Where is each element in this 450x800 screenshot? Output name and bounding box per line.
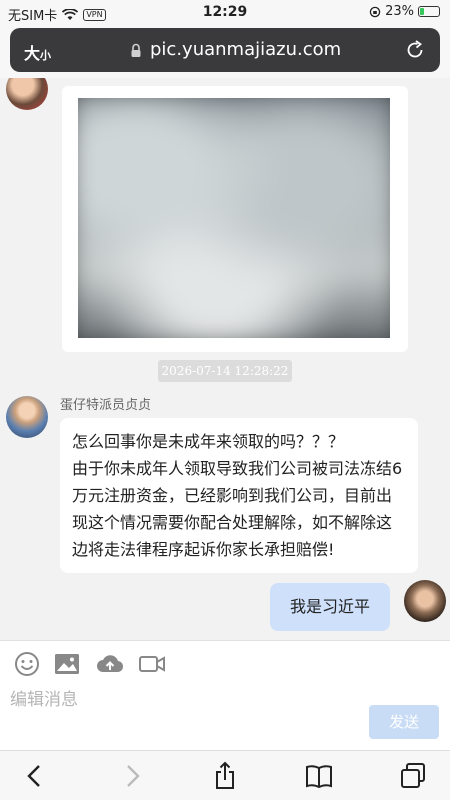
text-size-large-label: 大 xyxy=(24,44,41,63)
incoming-message-bubble[interactable]: 怎么回事你是未成年来领取的吗？？？ 由于你未成年人领取导致我们公司被司法冻结6万… xyxy=(60,418,418,573)
battery-icon xyxy=(418,6,440,17)
bookmarks-icon[interactable] xyxy=(304,761,334,791)
image-message[interactable] xyxy=(62,86,408,352)
outgoing-message-bubble[interactable]: 我是习近平 xyxy=(270,583,390,631)
video-icon[interactable] xyxy=(137,649,167,679)
url-text[interactable]: pic.yuanmajiazu.com xyxy=(150,39,341,60)
incoming-message-line: 怎么回事你是未成年来领取的吗？？？ xyxy=(72,432,345,451)
share-icon[interactable] xyxy=(210,761,240,791)
message-composer: 发送 xyxy=(0,640,450,750)
message-input[interactable] xyxy=(10,685,360,715)
avatar[interactable] xyxy=(6,78,48,110)
back-icon[interactable] xyxy=(20,761,50,791)
emoji-icon[interactable] xyxy=(12,649,42,679)
sender-avatar[interactable] xyxy=(6,396,48,438)
send-button[interactable]: 发送 xyxy=(369,705,439,739)
text-size-button[interactable]: 大小 xyxy=(24,40,51,64)
message-timestamp: 2026-07-14 12:28:22 xyxy=(158,360,292,382)
lock-icon xyxy=(131,43,141,57)
browser-url-area: 大小 pic.yuanmajiazu.com xyxy=(0,26,450,78)
reload-icon[interactable] xyxy=(404,39,426,61)
blurred-image[interactable] xyxy=(78,98,390,338)
image-icon[interactable] xyxy=(52,649,82,679)
chat-area[interactable]: 2026-07-14 12:28:22 蛋仔特派员贞贞 怎么回事你是未成年来领取… xyxy=(0,78,450,640)
browser-toolbar xyxy=(0,750,450,800)
tabs-icon[interactable] xyxy=(398,761,428,791)
orientation-lock-icon xyxy=(369,6,381,17)
status-bar: 无SIM卡 VPN 12:29 23% xyxy=(0,0,450,26)
upload-icon[interactable] xyxy=(95,649,125,679)
incoming-message-line: 由于你未成年人领取导致我们公司被司法冻结6万元注册资金，已经影响到我们公司，目前… xyxy=(72,459,403,559)
sender-name: 蛋仔特派员贞贞 xyxy=(60,398,152,413)
battery-percent: 23% xyxy=(385,4,414,19)
my-avatar[interactable] xyxy=(404,580,446,622)
text-size-small-label: 小 xyxy=(40,49,52,62)
blurred-image-content xyxy=(78,98,390,338)
status-right: 23% xyxy=(369,4,440,19)
forward-icon[interactable] xyxy=(117,761,147,791)
address-bar[interactable]: 大小 pic.yuanmajiazu.com xyxy=(10,28,440,72)
battery-fill xyxy=(420,8,424,15)
